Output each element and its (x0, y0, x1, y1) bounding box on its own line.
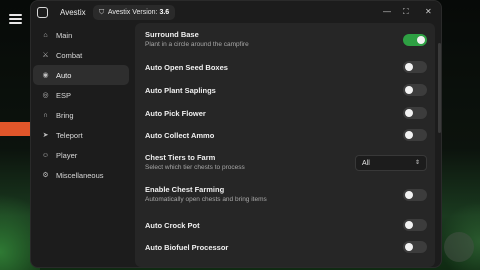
minimize-button[interactable]: — (383, 8, 391, 16)
sidebar-item-auto[interactable]: ◉ Auto (33, 65, 129, 85)
setting-label: Auto Crock Pot (145, 221, 200, 230)
magnet-icon: ∩ (42, 111, 49, 119)
setting-label: Auto Open Seed Boxes (145, 63, 228, 72)
sidebar-item-label: Auto (56, 70, 72, 80)
setting-label: Surround Base (145, 30, 199, 39)
chevron-up-down-icon: ⇕ (414, 160, 420, 166)
auto-plant-saplings-toggle[interactable] (403, 84, 427, 96)
toggle-knob (405, 86, 413, 94)
sidebar-item-main[interactable]: ⌂ Main (33, 25, 129, 45)
bot-icon: ◉ (42, 72, 49, 79)
toggle-knob (405, 221, 413, 229)
sidebar-item-label: ESP (56, 90, 72, 100)
setting-label: Chest Tiers to Farm (145, 153, 216, 162)
auto-biofuel-processor-toggle[interactable] (403, 241, 427, 253)
sidebar-item-label: Bring (56, 110, 74, 120)
auto-collect-ammo-toggle[interactable] (403, 129, 427, 141)
sidebar-item-bring[interactable]: ∩ Bring (33, 105, 129, 125)
setting-row-auto-biofuel-processor: Auto Biofuel Processor (135, 238, 435, 256)
hamburger-menu-icon[interactable] (9, 14, 22, 24)
background-orange-block (0, 122, 30, 136)
setting-description: Select which tier chests to process (145, 164, 245, 171)
sidebar: ⌂ Main ⚔ Combat ◉ Auto ◎ ESP ∩ Bring ➤ Teleport ☺ Pla… (33, 25, 129, 185)
titlebar: Avestix ⛉ Avestix Version: 3.6 — ⛶ ✕ (31, 1, 441, 25)
setting-label: Auto Plant Saplings (145, 86, 216, 95)
sidebar-item-label: Teleport (56, 130, 83, 140)
setting-row-enable-chest-farming: Enable Chest Farming Automatically open c… (135, 183, 435, 207)
content-area: Surround Base Plant in a circle around th… (135, 23, 441, 267)
toggle-knob (417, 36, 425, 44)
sidebar-item-combat[interactable]: ⚔ Combat (33, 45, 129, 65)
send-icon: ➤ (42, 132, 49, 139)
dropdown-value: All (362, 160, 370, 167)
sidebar-item-label: Main (56, 30, 73, 40)
setting-label: Enable Chest Farming (145, 185, 225, 194)
close-button[interactable]: ✕ (425, 8, 432, 16)
toggle-knob (405, 109, 413, 117)
sidebar-item-player[interactable]: ☺ Player (33, 145, 129, 165)
avestix-window: Avestix ⛉ Avestix Version: 3.6 — ⛶ ✕ ⌂ Ma… (30, 0, 442, 268)
setting-row-auto-plant-saplings: Auto Plant Saplings (135, 81, 435, 99)
sidebar-item-label: Player (56, 150, 78, 160)
sidebar-item-label: Combat (56, 50, 83, 60)
eye-icon: ◎ (42, 92, 49, 99)
chat-icon (37, 7, 48, 18)
version-value: 3.6 (159, 9, 170, 16)
background-figure (444, 232, 474, 262)
scrollbar[interactable] (438, 43, 441, 133)
window-title: Avestix (60, 8, 86, 17)
toggle-knob (405, 63, 413, 71)
setting-label: Auto Collect Ammo (145, 131, 215, 140)
settings-panel: Surround Base Plant in a circle around th… (135, 23, 435, 267)
cog-icon: ⚙ (42, 172, 49, 179)
version-badge: ⛉ Avestix Version: 3.6 (93, 5, 176, 20)
chest-tiers-dropdown[interactable]: All ⇕ (355, 155, 427, 171)
user-icon: ☺ (41, 151, 50, 159)
auto-crock-pot-toggle[interactable] (403, 219, 427, 231)
maximize-button[interactable]: ⛶ (403, 8, 409, 16)
setting-row-surround-base: Surround Base Plant in a circle around th… (135, 28, 435, 52)
setting-row-auto-pick-flower: Auto Pick Flower (135, 104, 435, 122)
sidebar-item-label: Miscellaneous (56, 170, 104, 180)
setting-row-auto-open-seed-boxes: Auto Open Seed Boxes (135, 58, 435, 76)
toggle-knob (405, 243, 413, 251)
home-icon: ⌂ (43, 31, 48, 39)
auto-open-seed-boxes-toggle[interactable] (403, 61, 427, 73)
setting-row-auto-collect-ammo: Auto Collect Ammo (135, 126, 435, 144)
version-label: Avestix Version: (107, 9, 158, 16)
sidebar-item-miscellaneous[interactable]: ⚙ Miscellaneous (33, 165, 129, 185)
setting-label: Auto Biofuel Processor (145, 243, 229, 252)
setting-row-auto-crock-pot: Auto Crock Pot (135, 216, 435, 234)
auto-pick-flower-toggle[interactable] (403, 107, 427, 119)
enable-chest-farming-toggle[interactable] (403, 189, 427, 201)
toggle-knob (405, 131, 413, 139)
surround-base-toggle[interactable] (403, 34, 427, 46)
setting-description: Automatically open chests and bring item… (145, 196, 267, 203)
sidebar-item-teleport[interactable]: ➤ Teleport (33, 125, 129, 145)
sword-icon: ⚔ (42, 52, 49, 59)
setting-row-chest-tiers-to-farm: Chest Tiers to Farm Select which tier che… (135, 151, 435, 175)
setting-label: Auto Pick Flower (145, 109, 206, 118)
setting-description: Plant in a circle around the campfire (145, 41, 249, 48)
sidebar-item-esp[interactable]: ◎ ESP (33, 85, 129, 105)
shield-icon: ⛉ (99, 9, 105, 16)
toggle-knob (405, 191, 413, 199)
